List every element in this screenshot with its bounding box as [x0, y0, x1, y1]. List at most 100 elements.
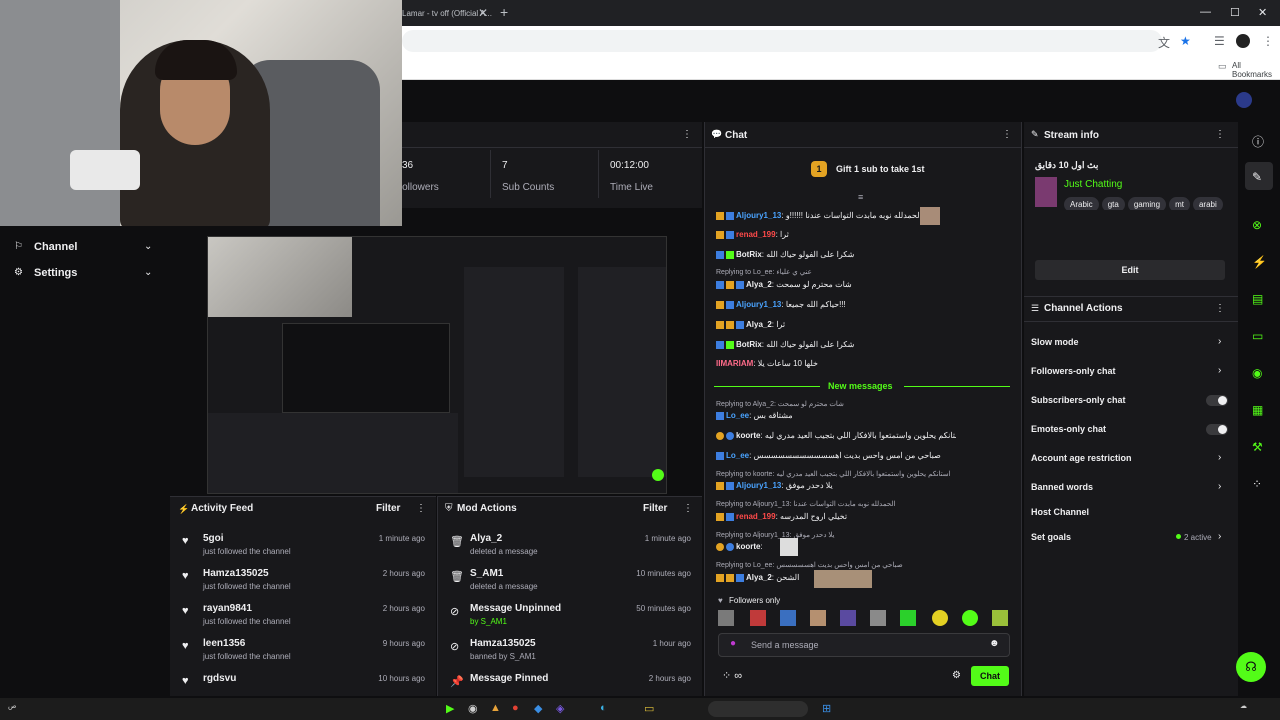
bookmark-star-icon[interactable]: ★: [1180, 34, 1191, 48]
close-window-icon[interactable]: ✕: [1258, 6, 1267, 19]
mod-filter-button[interactable]: Filter: [643, 503, 667, 514]
feed-item-name[interactable]: Hamza135025: [203, 568, 269, 579]
profile-avatar[interactable]: [1236, 34, 1250, 48]
browser-menu-icon[interactable]: ⋮: [1262, 34, 1274, 48]
taskbar-app-icon[interactable]: ▶: [446, 702, 454, 715]
tag[interactable]: gta: [1101, 197, 1125, 210]
all-bookmarks-link[interactable]: All Bookmarks: [1232, 61, 1280, 79]
weather-widget[interactable]: ☁: [1240, 702, 1247, 710]
more-options-icon[interactable]: ⋮: [1002, 129, 1012, 140]
broadcast-icon[interactable]: ◉: [1252, 366, 1262, 380]
chat-message[interactable]: renad_199: تخيلي اروح المدرسه: [716, 512, 956, 521]
mic-icon[interactable]: ●: [730, 638, 736, 649]
support-chat-icon[interactable]: ☊: [1236, 652, 1266, 682]
community-icon[interactable]: ⁘ ∞: [722, 669, 742, 682]
target-icon[interactable]: ⊗: [1252, 218, 1262, 232]
translate-icon[interactable]: 文: [1158, 34, 1170, 51]
feed-item-name[interactable]: leen1356: [203, 638, 245, 649]
more-options-icon[interactable]: ⋮: [683, 503, 693, 514]
chevron-right-icon[interactable]: ›: [1218, 336, 1221, 347]
chevron-right-icon[interactable]: ›: [1218, 531, 1221, 542]
chat-message[interactable]: Aljoury1_13: حياكم الله جميعا!!!: [716, 300, 956, 309]
gift-sub-banner[interactable]: Gift 1 sub to take 1st: [836, 164, 925, 174]
chevron-down-icon[interactable]: ⌄: [144, 267, 152, 278]
wrench-icon[interactable]: ⚒: [1252, 440, 1263, 454]
emote[interactable]: [780, 610, 796, 626]
info-icon[interactable]: ⓘ: [1252, 133, 1264, 150]
emoji-icon[interactable]: ☻: [989, 638, 1000, 649]
activity-filter-button[interactable]: Filter: [376, 503, 400, 514]
taskbar-app-icon[interactable]: ●: [512, 702, 519, 714]
document-icon[interactable]: ▤: [1252, 292, 1263, 306]
taskbar-app-icon[interactable]: ◈: [556, 702, 564, 715]
chat-message[interactable]: renad_199: ثرا: [716, 230, 956, 239]
category-link[interactable]: Just Chatting: [1064, 179, 1122, 190]
url-input[interactable]: [402, 30, 1162, 52]
category-thumbnail[interactable]: [1035, 177, 1057, 207]
chat-message[interactable]: BotRix: شكرا على الفولو حياك الله: [716, 250, 956, 259]
chat-input[interactable]: Send a message: [751, 640, 819, 650]
action-slow-mode[interactable]: Slow mode: [1031, 337, 1079, 347]
maximize-icon[interactable]: ☐: [1230, 6, 1240, 19]
chat-icon[interactable]: ▭: [1252, 329, 1263, 343]
chat-message[interactable]: koorte:: [716, 542, 956, 551]
tag[interactable]: gaming: [1127, 197, 1167, 210]
chat-message[interactable]: Alya_2: شات محترم لو سمحت: [716, 280, 956, 289]
windows-start-icon[interactable]: ⊞: [822, 702, 831, 715]
close-tab-icon[interactable]: ✕: [478, 6, 488, 20]
user-avatar[interactable]: [1236, 92, 1252, 108]
chat-message[interactable]: BotRix: شكرا على الفولو حياك الله: [716, 340, 956, 349]
new-tab-icon[interactable]: +: [500, 4, 508, 20]
mod-item-name[interactable]: Message Unpinned: [470, 603, 561, 614]
chevron-down-icon[interactable]: ⌄: [144, 241, 152, 252]
taskbar-app-icon[interactable]: ◆: [534, 702, 542, 715]
edit-stream-button[interactable]: Edit: [1035, 260, 1225, 280]
taskbar-app-icon[interactable]: ◐: [600, 702, 607, 714]
emote[interactable]: [992, 610, 1008, 626]
more-options-icon[interactable]: ⋮: [416, 503, 426, 514]
more-options-icon[interactable]: ⋮: [1215, 303, 1225, 314]
subscribers-only-toggle[interactable]: [1206, 395, 1228, 406]
tag[interactable]: mt: [1169, 197, 1190, 210]
pencil-icon[interactable]: ✎: [1252, 170, 1262, 184]
mod-item-name[interactable]: Hamza135025: [470, 638, 536, 649]
emote[interactable]: [870, 610, 886, 626]
chat-message[interactable]: Lo_ee: صباحي من امس واحس بديت اهسسسسسسسس…: [716, 451, 956, 460]
action-banned-words[interactable]: Banned words: [1031, 482, 1093, 492]
feed-item-name[interactable]: 5goi: [203, 533, 224, 544]
emote[interactable]: [810, 610, 826, 626]
minimize-icon[interactable]: —: [1200, 6, 1211, 18]
dots-icon[interactable]: ⁘: [1252, 477, 1262, 491]
taskbar-app-icon[interactable]: ▲: [490, 702, 501, 714]
action-emotes-only[interactable]: Emotes-only chat: [1031, 424, 1106, 434]
chat-message[interactable]: Alya_2: ثرا: [716, 320, 956, 329]
feed-item-name[interactable]: rgdsvu: [203, 673, 236, 684]
pinned-divider-icon[interactable]: ≡: [858, 192, 863, 202]
send-chat-button[interactable]: Chat: [971, 666, 1009, 686]
gear-icon[interactable]: ⚙: [952, 670, 961, 681]
emote[interactable]: [840, 610, 856, 626]
more-options-icon[interactable]: ⋮: [682, 129, 692, 140]
tag[interactable]: arabi: [1192, 197, 1223, 210]
mod-item-name[interactable]: Alya_2: [470, 533, 502, 544]
action-account-age[interactable]: Account age restriction: [1031, 453, 1132, 463]
emote[interactable]: [750, 610, 766, 626]
emote[interactable]: [718, 610, 734, 626]
chat-message[interactable]: koorte: استانكم يحلوين واستمتعوا بالافكا…: [716, 431, 956, 440]
action-host-channel[interactable]: Host Channel: [1031, 507, 1089, 517]
chevron-right-icon[interactable]: ›: [1218, 452, 1221, 463]
more-options-icon[interactable]: ⋮: [1215, 129, 1225, 140]
folder-icon[interactable]: ▭: [644, 702, 654, 715]
chevron-right-icon[interactable]: ›: [1218, 481, 1221, 492]
action-subscribers-only[interactable]: Subscribers-only chat: [1031, 395, 1126, 405]
taskbar-app-icon[interactable]: ◉: [468, 702, 478, 715]
mod-item-name[interactable]: Message Pinned: [470, 673, 548, 684]
bolt-icon[interactable]: ⚡: [1252, 255, 1267, 269]
chat-message[interactable]: Lo_ee: مشتاقه بس: [716, 411, 956, 420]
tag[interactable]: Arabic: [1064, 197, 1099, 210]
sidebar-item-settings[interactable]: Settings: [34, 267, 77, 279]
chevron-right-icon[interactable]: ›: [1218, 365, 1221, 376]
emote[interactable]: [900, 610, 916, 626]
emote-bar[interactable]: [718, 610, 1010, 628]
feed-item-name[interactable]: rayan9841: [203, 603, 252, 614]
